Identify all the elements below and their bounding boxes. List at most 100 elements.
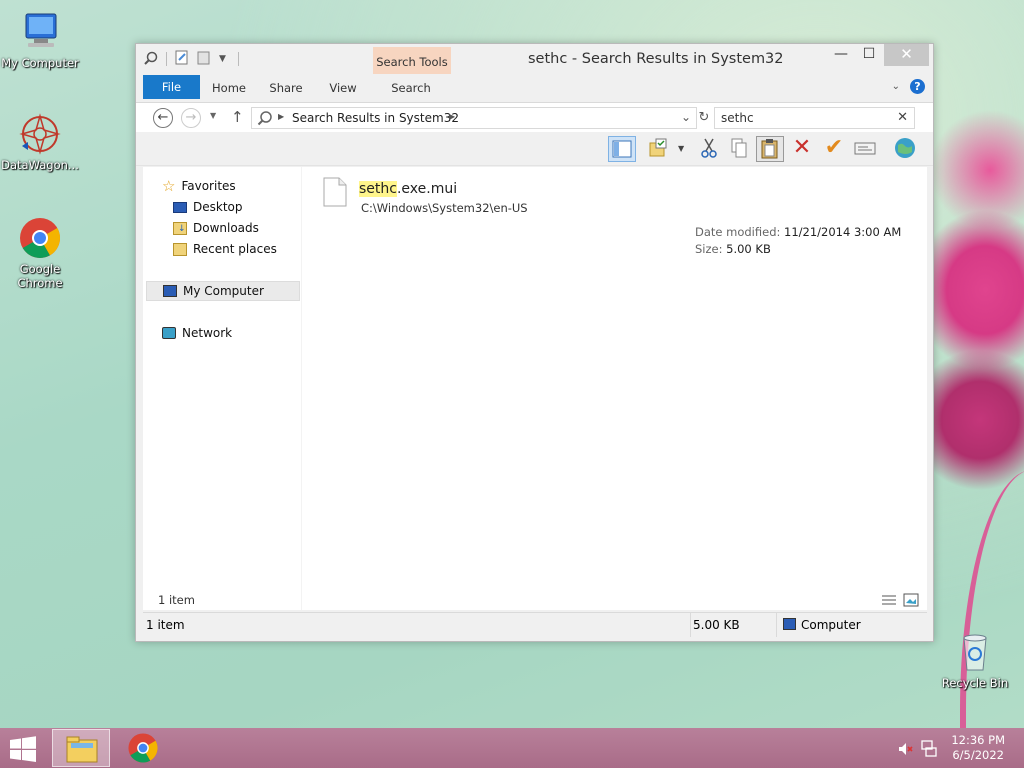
breadcrumb-separator-icon[interactable]: ▶ — [449, 112, 455, 121]
desktop-icon-label: My Computer — [1, 56, 79, 70]
start-button[interactable] — [8, 736, 40, 762]
taskbar-chrome[interactable] — [126, 732, 160, 767]
chevron-down-icon[interactable]: ▼ — [219, 54, 226, 64]
folder-options-chevron-icon[interactable]: ▼ — [678, 144, 684, 153]
desktop-icon-google-chrome[interactable]: Google Chrome — [0, 216, 80, 290]
search-match-highlight: sethc — [359, 181, 397, 197]
refresh-icon[interactable]: ↻ — [698, 107, 710, 129]
file-size-value: 5.00 KB — [726, 242, 771, 256]
date-modified: Date modified: 11/21/2014 3:00 AM — [695, 225, 901, 239]
nav-network[interactable]: Network — [162, 323, 232, 343]
minimize-button[interactable]: — — [828, 44, 854, 66]
datawagon-icon — [18, 112, 62, 156]
expand-ribbon-icon[interactable]: ⌄ — [892, 81, 900, 92]
breadcrumb-separator-icon: ▶ — [278, 112, 285, 121]
computer-icon — [783, 618, 796, 630]
file-size-label: Size: — [695, 242, 723, 256]
clear-search-icon[interactable]: ✕ — [897, 110, 908, 125]
large-icons-view-icon[interactable] — [903, 593, 919, 610]
file-size: Size: 5.00 KB — [695, 242, 771, 256]
up-arrow-icon[interactable]: ↑ — [231, 108, 244, 126]
search-icon — [257, 110, 273, 129]
status-item-count: 1 item — [146, 618, 185, 632]
search-icon[interactable] — [144, 51, 158, 68]
command-toolbar: ▼ ✕ ✔ — [136, 132, 933, 166]
copy-icon[interactable] — [726, 136, 754, 162]
explorer-window: ▼ Search Tools sethc - Search Results in… — [135, 43, 934, 642]
recent-places-icon — [173, 242, 187, 256]
computer-icon — [18, 10, 62, 54]
details-view-icon[interactable] — [881, 594, 897, 610]
search-box[interactable]: sethc ✕ — [714, 107, 915, 129]
rename-check-icon[interactable]: ✔ — [820, 136, 848, 162]
new-folder-icon[interactable] — [197, 50, 211, 68]
address-box[interactable]: ▶ Search Results in System32 ▶ ⌄ — [251, 107, 697, 129]
volume-muted-icon[interactable] — [898, 741, 914, 760]
tab-search[interactable]: Search — [381, 76, 441, 100]
nav-desktop[interactable]: Desktop — [173, 197, 243, 217]
properties-icon[interactable] — [175, 50, 189, 68]
qat-divider — [166, 52, 167, 66]
address-bar: ← → ▼ ↑ ▶ Search Results in System32 ▶ ⌄… — [136, 102, 933, 132]
tab-view[interactable]: View — [320, 76, 366, 100]
status-divider — [776, 613, 777, 637]
title-bar[interactable]: ▼ Search Tools sethc - Search Results in… — [136, 44, 933, 74]
recent-locations-chevron-icon[interactable]: ▼ — [210, 111, 216, 120]
back-button[interactable]: ← — [153, 108, 173, 128]
select-folder-icon[interactable] — [646, 136, 674, 162]
quick-access-toolbar: ▼ — [144, 50, 239, 68]
content-area: ☆ Favorites Desktop ↓ Downloads Recent p… — [143, 167, 927, 610]
nav-favorites-label: Favorites — [181, 179, 236, 193]
status-divider — [690, 613, 691, 637]
desktop-folder-icon — [173, 201, 187, 213]
tab-file[interactable]: File — [143, 75, 200, 99]
forward-button[interactable]: → — [181, 108, 201, 128]
tab-home[interactable]: Home — [206, 76, 252, 100]
file-icon — [323, 177, 347, 210]
maximize-button[interactable]: ☐ — [856, 44, 882, 66]
network-icon — [162, 327, 176, 339]
date-modified-value: 11/21/2014 3:00 AM — [784, 225, 902, 239]
help-icon[interactable]: ? — [910, 79, 925, 94]
nav-downloads[interactable]: ↓ Downloads — [173, 218, 259, 238]
status-bar: 1 item 5.00 KB Computer — [143, 612, 927, 637]
ribbon-right-controls: ⌄ ? — [892, 79, 925, 94]
taskbar: 12:36 PM 6/5/2022 — [0, 728, 1024, 768]
cut-icon[interactable] — [696, 136, 724, 162]
taskbar-file-explorer[interactable] — [52, 729, 110, 767]
nav-recent-places[interactable]: Recent places — [173, 239, 277, 259]
properties-icon[interactable] — [852, 136, 880, 162]
navigation-pane: ☆ Favorites Desktop ↓ Downloads Recent p… — [143, 167, 301, 610]
chrome-icon — [18, 216, 62, 260]
tray-clock[interactable]: 12:36 PM 6/5/2022 — [951, 733, 1005, 763]
nav-downloads-label: Downloads — [193, 221, 259, 235]
nav-desktop-label: Desktop — [193, 200, 243, 214]
tab-share[interactable]: Share — [263, 76, 309, 100]
paste-icon[interactable] — [756, 136, 784, 162]
qat-divider — [237, 52, 239, 66]
status-location: Computer — [801, 618, 861, 632]
search-tools-context-tab: Search Tools — [373, 47, 451, 74]
recycle-bin-icon — [953, 630, 997, 674]
globe-icon[interactable] — [892, 136, 920, 162]
pane-divider[interactable] — [301, 167, 302, 610]
desktop-icon-label: Google Chrome — [17, 262, 63, 290]
desktop-icon-label: DataWagon... — [1, 158, 79, 172]
file-path: C:\Windows\System32\en-US — [361, 201, 528, 215]
search-input[interactable]: sethc — [721, 111, 754, 125]
desktop-icon-my-computer[interactable]: My Computer — [0, 10, 80, 70]
preview-pane-icon[interactable] — [608, 136, 636, 162]
address-dropdown-chevron-icon[interactable]: ⌄ — [681, 110, 691, 124]
desktop-icon-datawagon[interactable]: DataWagon... — [0, 112, 80, 172]
delete-icon[interactable]: ✕ — [788, 136, 816, 162]
nav-favorites[interactable]: ☆ Favorites — [162, 176, 236, 196]
breadcrumb[interactable]: Search Results in System32 — [292, 111, 459, 125]
close-button[interactable]: ✕ — [884, 44, 929, 66]
downloads-folder-icon: ↓ — [173, 221, 187, 235]
desktop-icon-recycle-bin[interactable]: Recycle Bin — [935, 630, 1015, 690]
clock-time: 12:36 PM — [951, 733, 1005, 747]
file-name: sethc.exe.mui — [359, 181, 457, 197]
nav-my-computer[interactable]: My Computer — [146, 281, 300, 301]
item-count: 1 item — [158, 593, 195, 607]
network-tray-icon[interactable] — [921, 740, 937, 760]
